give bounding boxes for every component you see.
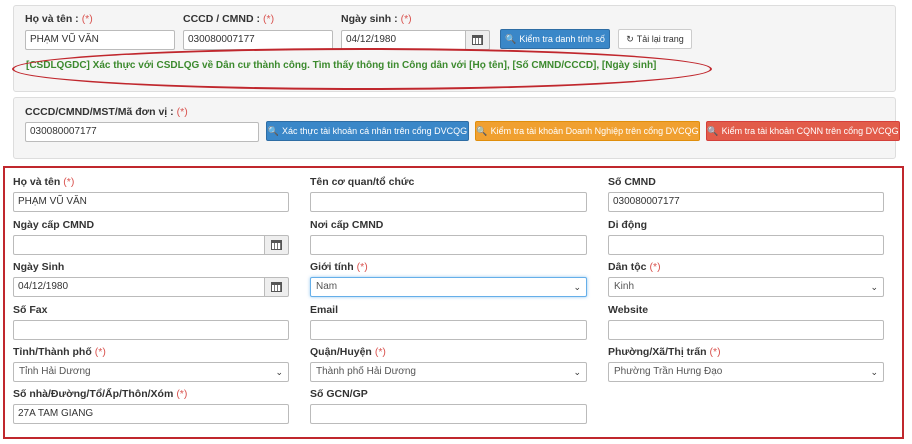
- lookup-name-label: Họ và tên : (*): [25, 13, 93, 25]
- search-icon: 🔍: [476, 125, 488, 136]
- account-id-input[interactable]: 030080007177: [25, 122, 259, 142]
- verify-identity-button[interactable]: 🔍 Kiểm tra danh tính số: [500, 29, 610, 49]
- lookup-dob-input[interactable]: 04/12/1980: [341, 30, 466, 50]
- account-id-label: CCCD/CMND/MST/Mã đơn vị : (*): [25, 106, 188, 118]
- lookup-id-label: CCCD / CMND : (*): [183, 13, 275, 25]
- refresh-icon: ↻: [626, 33, 634, 44]
- search-icon: 🔍: [707, 125, 719, 136]
- required-mark: (*): [263, 13, 275, 25]
- search-icon: 🔍: [267, 125, 280, 136]
- check-cqnn-account-button[interactable]: 🔍 Kiểm tra tài khoản CQNN trên cổng DVCQG: [706, 121, 900, 141]
- required-mark: (*): [176, 106, 188, 118]
- lookup-name-input[interactable]: PHẠM VŨ VĂN: [25, 30, 175, 50]
- verify-personal-account-button[interactable]: 🔍 Xác thực tài khoản cá nhân trên cổng DV…: [266, 121, 469, 141]
- required-mark: (*): [400, 13, 412, 25]
- required-mark: (*): [81, 13, 93, 25]
- highlight-ellipse: [12, 48, 712, 90]
- calendar-icon: [472, 35, 483, 45]
- lookup-dob-label: Ngày sinh : (*): [341, 13, 412, 25]
- search-icon: 🔍: [505, 33, 517, 44]
- lookup-dob-calendar-button[interactable]: [466, 30, 490, 50]
- highlight-rectangle: [3, 166, 904, 439]
- lookup-id-input[interactable]: 030080007177: [183, 30, 333, 50]
- check-business-account-button[interactable]: 🔍 Kiểm tra tài khoản Doanh Nghiệp trên cổ…: [475, 121, 700, 141]
- reload-page-button[interactable]: ↻ Tải lại trang: [618, 29, 692, 49]
